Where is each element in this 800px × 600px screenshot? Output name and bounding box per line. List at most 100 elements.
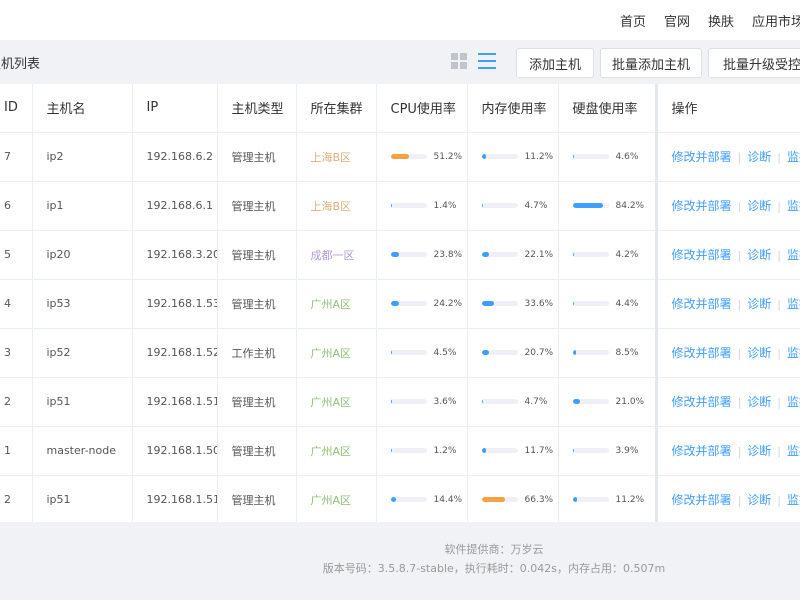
mem-usage-bar xyxy=(481,252,518,257)
diagnose-link[interactable]: 诊断 xyxy=(747,248,771,262)
cell-disk: 4.6% xyxy=(558,132,657,182)
edit-deploy-link[interactable]: 修改并部署 xyxy=(672,150,732,164)
mem-usage-bar xyxy=(481,154,518,159)
disk-usage-fill xyxy=(572,252,574,257)
monitor-link[interactable]: 监控 xyxy=(787,493,800,507)
edit-deploy-link[interactable]: 修改并部署 xyxy=(672,444,732,458)
cell-ip: 192.168.3.20 xyxy=(132,230,218,280)
col-mem-header: 内存使用率 xyxy=(467,84,559,133)
mem-usage-value: 20.7% xyxy=(524,347,554,358)
cell-disk: 4.2% xyxy=(558,230,657,280)
list-view-icon[interactable] xyxy=(478,53,496,69)
monitor-link[interactable]: 监控 xyxy=(787,346,800,360)
cell-disk: 4.4% xyxy=(558,279,657,329)
cpu-usage-bar xyxy=(390,154,427,159)
mem-usage: 20.7% xyxy=(481,347,558,358)
disk-usage-bar xyxy=(572,301,609,306)
cell-mem: 4.7% xyxy=(467,181,559,231)
nav-skin-link[interactable]: 换肤 xyxy=(708,11,734,30)
edit-deploy-link[interactable]: 修改并部署 xyxy=(672,248,732,262)
disk-usage: 4.6% xyxy=(572,152,655,162)
cell-host-type: 管理主机 xyxy=(217,279,297,329)
batch-upgrade-button[interactable]: 批量升级受控 xyxy=(708,48,800,78)
cell-mem: 66.3% xyxy=(467,475,559,522)
cell-cluster: 上海B区 xyxy=(296,132,377,182)
nav-home-link[interactable]: 首页 xyxy=(620,11,646,30)
op-separator: | xyxy=(777,298,781,311)
mem-usage-fill xyxy=(481,350,489,355)
cpu-usage: 14.4% xyxy=(390,494,467,505)
mem-usage: 11.7% xyxy=(481,446,558,456)
cpu-usage-bar xyxy=(390,399,427,404)
disk-usage-fill xyxy=(572,203,603,208)
cell-host-type: 工作主机 xyxy=(217,328,297,378)
grid-view-icon[interactable] xyxy=(451,53,467,69)
nav-official-link[interactable]: 官网 xyxy=(664,11,690,30)
cell-hostname: ip1 xyxy=(32,181,133,231)
cell-ops: 修改并部署 | 诊断 | 监控 xyxy=(654,132,800,182)
mem-usage-bar xyxy=(481,301,518,306)
cell-cluster: 广州A区 xyxy=(296,279,377,329)
edit-deploy-link[interactable]: 修改并部署 xyxy=(672,199,732,213)
cell-mem: 11.2% xyxy=(467,132,559,182)
mem-usage-bar xyxy=(481,399,518,404)
mem-usage-bar xyxy=(481,203,518,208)
footer: 软件提供商：万岁云 版本号码：3.5.8.7-stable，执行耗时：0.042… xyxy=(0,540,800,578)
monitor-link[interactable]: 监控 xyxy=(787,444,800,458)
nav-market-link[interactable]: 应用市场 xyxy=(752,11,800,30)
batch-add-host-button[interactable]: 批量添加主机 xyxy=(600,48,702,78)
disk-usage-bar xyxy=(572,350,609,355)
disk-usage: 21.0% xyxy=(572,397,655,407)
edit-deploy-link[interactable]: 修改并部署 xyxy=(672,297,732,311)
disk-usage-fill xyxy=(572,399,581,404)
cell-host-type: 管理主机 xyxy=(217,230,297,280)
op-separator: | xyxy=(777,249,781,262)
cpu-usage-fill xyxy=(390,497,396,502)
op-separator: | xyxy=(737,249,742,262)
cpu-usage-bar xyxy=(390,350,427,355)
cpu-usage-value: 14.4% xyxy=(433,494,463,505)
monitor-link[interactable]: 监控 xyxy=(787,297,800,311)
cpu-usage-fill xyxy=(390,154,409,159)
cpu-usage: 4.5% xyxy=(390,347,467,358)
diagnose-link[interactable]: 诊断 xyxy=(747,297,771,311)
diagnose-link[interactable]: 诊断 xyxy=(747,199,771,213)
diagnose-link[interactable]: 诊断 xyxy=(747,493,771,507)
cell-cpu: 1.4% xyxy=(376,181,468,231)
cell-mem: 4.7% xyxy=(467,377,559,427)
monitor-link[interactable]: 监控 xyxy=(787,199,800,213)
cell-ops: 修改并部署 | 诊断 | 监控 xyxy=(654,426,800,476)
diagnose-link[interactable]: 诊断 xyxy=(747,444,771,458)
cpu-usage-value: 4.5% xyxy=(433,347,457,358)
add-host-button[interactable]: 添加主机 xyxy=(516,48,594,78)
edit-deploy-link[interactable]: 修改并部署 xyxy=(672,395,732,409)
cell-ip: 192.168.6.1 xyxy=(132,181,218,231)
cell-mem: 20.7% xyxy=(467,328,559,378)
cell-host-type: 管理主机 xyxy=(217,132,297,182)
op-separator: | xyxy=(777,494,781,507)
cell-id: 3 xyxy=(0,328,33,378)
cpu-usage-fill xyxy=(390,252,400,257)
cell-ip: 192.168.1.53 xyxy=(132,279,218,329)
diagnose-link[interactable]: 诊断 xyxy=(747,150,771,164)
edit-deploy-link[interactable]: 修改并部署 xyxy=(672,346,732,360)
top-bar: 首页 官网 换肤 应用市场 xyxy=(0,0,800,40)
mem-usage-value: 11.2% xyxy=(524,151,554,162)
monitor-link[interactable]: 监控 xyxy=(787,248,800,262)
cell-id: 4 xyxy=(0,279,33,329)
cell-ops: 修改并部署 | 诊断 | 监控 xyxy=(654,279,800,329)
op-separator: | xyxy=(737,347,742,360)
table-row: 1 master-node 192.168.1.50 管理主机 广州A区 1.2% 11.7… xyxy=(0,426,800,476)
monitor-link[interactable]: 监控 xyxy=(787,395,800,409)
diagnose-link[interactable]: 诊断 xyxy=(747,395,771,409)
cpu-usage: 24.2% xyxy=(390,299,467,309)
monitor-link[interactable]: 监控 xyxy=(787,150,800,164)
cpu-usage-fill xyxy=(390,203,392,208)
mem-usage-bar xyxy=(481,497,518,502)
cell-cluster: 成都一区 xyxy=(296,230,377,280)
cpu-usage-value: 23.8% xyxy=(433,249,463,260)
edit-deploy-link[interactable]: 修改并部署 xyxy=(672,493,732,507)
disk-usage-fill xyxy=(572,154,575,159)
disk-usage: 3.9% xyxy=(572,446,655,456)
diagnose-link[interactable]: 诊断 xyxy=(747,346,771,360)
